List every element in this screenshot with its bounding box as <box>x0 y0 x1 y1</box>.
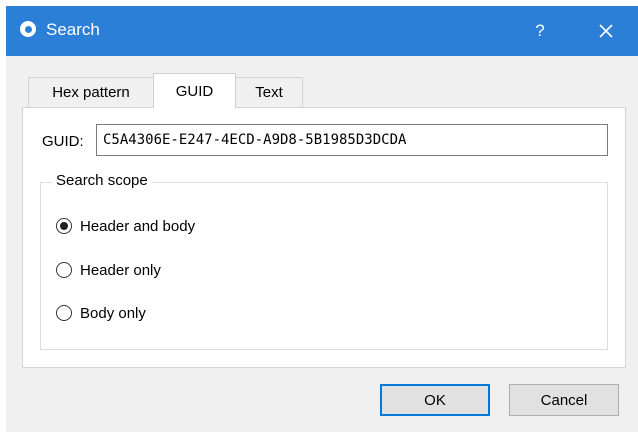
radio-header-only[interactable]: Header only <box>56 259 161 281</box>
close-button[interactable] <box>580 12 632 50</box>
tab-label: Text <box>255 84 283 101</box>
tab-label: Hex pattern <box>52 84 130 101</box>
title-bar: Search ? <box>6 6 638 56</box>
radio-header-and-body[interactable]: Header and body <box>56 215 195 237</box>
tab-guid[interactable]: GUID <box>153 73 236 108</box>
tab-hex-pattern[interactable]: Hex pattern <box>28 77 154 107</box>
help-button[interactable]: ? <box>516 12 564 50</box>
radio-label: Body only <box>80 304 146 322</box>
radio-unselected-icon <box>56 305 72 321</box>
guid-label: GUID: <box>42 133 84 150</box>
tab-text[interactable]: Text <box>235 77 303 107</box>
ok-button[interactable]: OK <box>380 384 490 416</box>
cancel-button[interactable]: Cancel <box>509 384 619 416</box>
radio-selected-icon <box>56 218 72 234</box>
tab-label: GUID <box>175 82 214 100</box>
radio-unselected-icon <box>56 262 72 278</box>
close-icon <box>599 24 613 38</box>
radio-body-only[interactable]: Body only <box>56 302 146 324</box>
radio-label: Header and body <box>80 217 196 235</box>
app-icon <box>20 21 36 37</box>
search-scope-legend: Search scope <box>52 172 152 189</box>
window-title: Search <box>46 20 100 39</box>
guid-input[interactable] <box>96 124 608 156</box>
radio-label: Header only <box>80 261 161 279</box>
